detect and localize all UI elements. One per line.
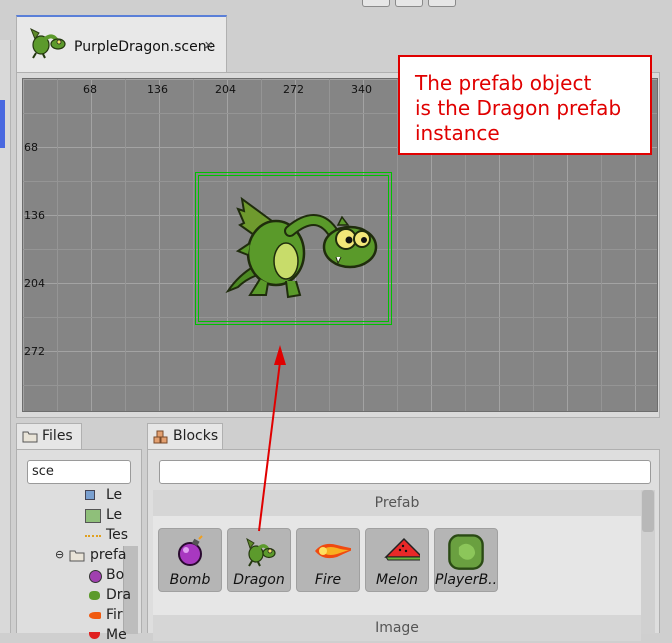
- annotation-arrow: [258, 345, 286, 532]
- melon-icon: [89, 632, 100, 639]
